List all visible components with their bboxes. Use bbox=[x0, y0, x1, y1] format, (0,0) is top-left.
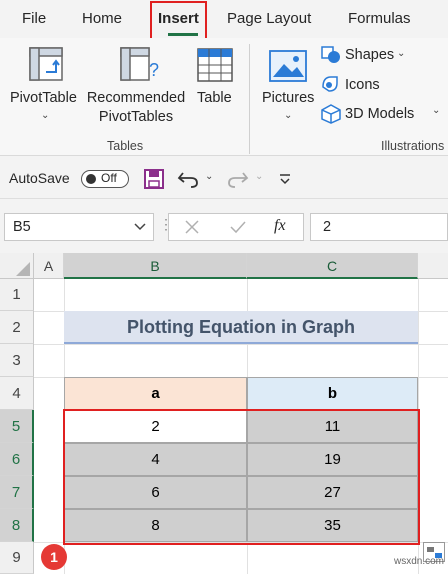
redo-icon[interactable] bbox=[227, 170, 249, 188]
watermark: wsxdn.com bbox=[394, 556, 445, 567]
data-range-highlight bbox=[63, 409, 420, 545]
column-header-a[interactable]: A bbox=[34, 253, 64, 279]
name-box[interactable]: B5 bbox=[4, 213, 154, 241]
pictures-chevron-icon[interactable]: ⌄ bbox=[284, 110, 292, 121]
tab-formulas[interactable]: Formulas bbox=[348, 10, 411, 27]
row-header-5[interactable]: 5 bbox=[0, 410, 34, 443]
pivottable-icon[interactable] bbox=[28, 46, 64, 82]
row-header-9[interactable]: 9 bbox=[0, 542, 34, 574]
shapes-label[interactable]: Shapes bbox=[345, 46, 394, 65]
gridline bbox=[34, 344, 448, 345]
tab-home[interactable]: Home bbox=[82, 10, 122, 27]
table-icon[interactable] bbox=[197, 48, 233, 82]
row-header-2[interactable]: 2 bbox=[0, 311, 34, 344]
formula-input[interactable]: 2 bbox=[310, 213, 448, 241]
row-header-1[interactable]: 1 bbox=[0, 279, 34, 311]
undo-chevron-icon[interactable]: ⌄ bbox=[205, 171, 213, 182]
row-header-3[interactable]: 3 bbox=[0, 344, 34, 377]
column-header-next[interactable] bbox=[418, 253, 448, 279]
customize-toolbar-icon[interactable] bbox=[278, 172, 292, 186]
pictures-label[interactable]: Pictures bbox=[262, 89, 314, 108]
illustrations-group-label: Illustrations bbox=[381, 139, 445, 153]
svg-text:?: ? bbox=[149, 60, 159, 80]
redo-chevron-icon[interactable]: ⌄ bbox=[255, 171, 263, 182]
row-header-7[interactable]: 7 bbox=[0, 476, 34, 509]
confirm-entry-icon[interactable] bbox=[230, 220, 246, 234]
autosave-toggle-knob bbox=[86, 174, 96, 184]
name-box-chevron-icon[interactable] bbox=[134, 222, 146, 232]
row-header-8[interactable]: 8 bbox=[0, 509, 34, 542]
pivottable-label[interactable]: PivotTable bbox=[10, 89, 77, 108]
autosave-label: AutoSave bbox=[9, 170, 70, 186]
3d-models-icon[interactable] bbox=[321, 104, 341, 124]
row-header-4[interactable]: 4 bbox=[0, 377, 34, 410]
recommended-pivottables-icon[interactable]: ? bbox=[119, 46, 159, 82]
table-label[interactable]: Table bbox=[197, 89, 232, 108]
header-cell-b[interactable]: b bbox=[247, 377, 418, 410]
sheet-title-cell[interactable]: Plotting Equation in Graph bbox=[64, 311, 418, 344]
step-badge-1: 1 bbox=[41, 544, 67, 570]
shapes-chevron-icon[interactable]: ⌄ bbox=[397, 48, 405, 59]
insert-tab-highlight bbox=[150, 1, 207, 42]
undo-icon[interactable] bbox=[177, 170, 199, 188]
shapes-icon[interactable] bbox=[321, 46, 341, 64]
autosave-state: Off bbox=[101, 171, 117, 185]
recommended-pivottables-label[interactable]: Recommended PivotTables bbox=[85, 89, 187, 127]
column-header-b[interactable]: B bbox=[64, 253, 247, 279]
pivottable-chevron-icon[interactable]: ⌄ bbox=[41, 110, 49, 121]
tab-file[interactable]: File bbox=[22, 10, 46, 27]
ribbon-group-divider bbox=[249, 44, 250, 154]
3d-models-chevron-icon[interactable]: ⌄ bbox=[432, 105, 440, 116]
select-all-triangle-icon bbox=[16, 262, 30, 276]
column-header-c[interactable]: C bbox=[247, 253, 418, 279]
tables-group-label: Tables bbox=[107, 139, 144, 153]
icons-icon[interactable] bbox=[321, 75, 341, 93]
row-header-6[interactable]: 6 bbox=[0, 443, 34, 476]
cancel-entry-icon[interactable] bbox=[185, 220, 199, 234]
icons-label[interactable]: Icons bbox=[345, 76, 380, 95]
save-icon[interactable] bbox=[144, 169, 164, 189]
pictures-icon[interactable] bbox=[269, 50, 307, 82]
header-cell-a[interactable]: a bbox=[64, 377, 247, 410]
3d-models-label[interactable]: 3D Models bbox=[345, 105, 414, 124]
tab-page-layout[interactable]: Page Layout bbox=[227, 10, 311, 27]
insert-function-icon[interactable]: fx bbox=[274, 217, 286, 235]
